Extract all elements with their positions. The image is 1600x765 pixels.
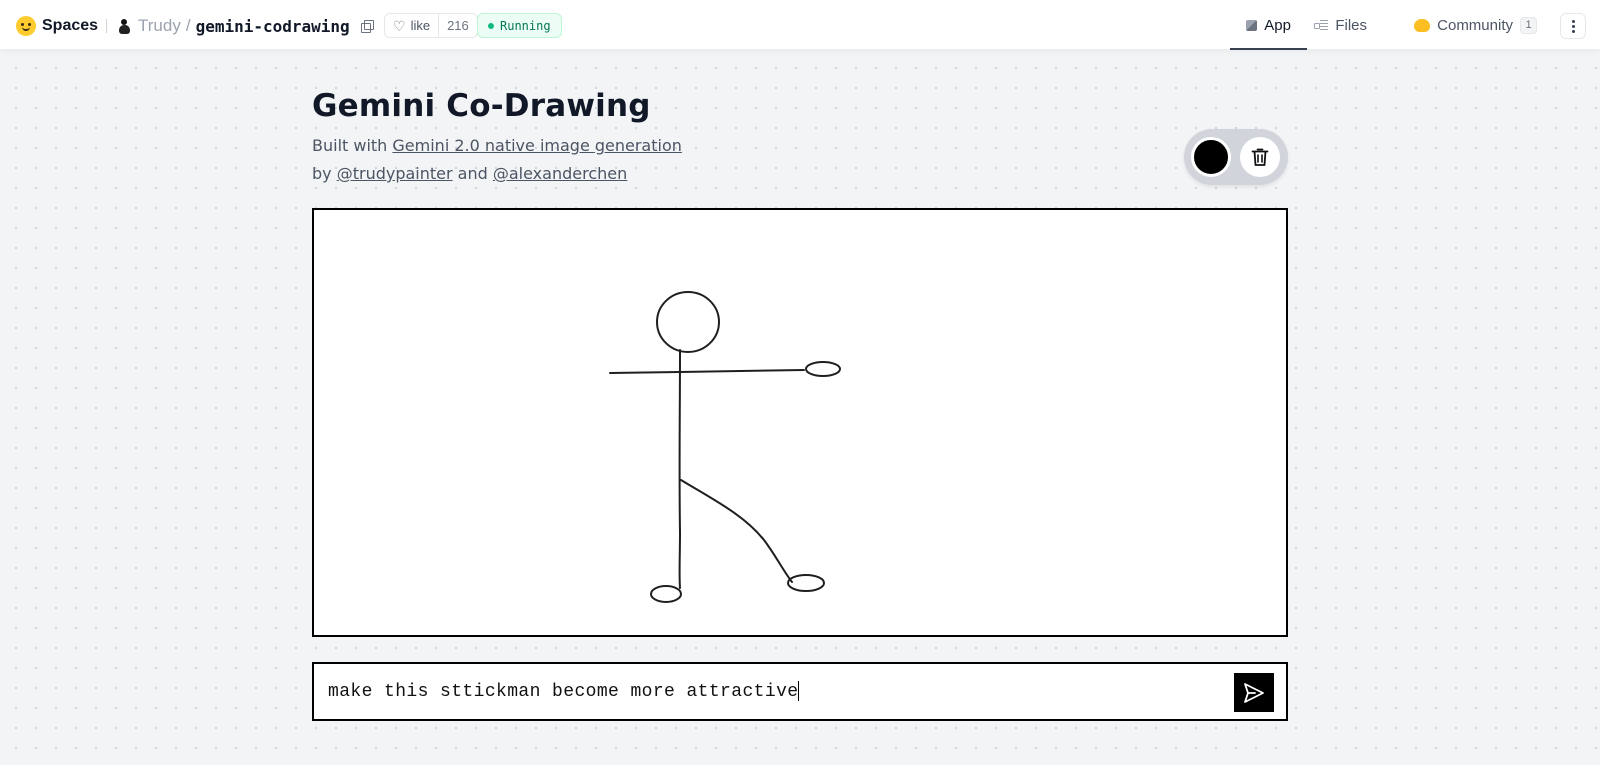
community-count-badge: 1 [1520,16,1537,34]
tab-community-label: Community [1437,16,1513,34]
prompt-form: make this sttickman become more attracti… [312,662,1288,721]
spaces-home-link[interactable]: Spaces [16,15,98,37]
by-text: by [312,164,337,183]
heart-icon: ♡ [393,17,406,34]
status-dot-icon [488,22,494,29]
send-icon [1244,682,1264,703]
subtitle: Built with Gemini 2.0 native image gener… [312,132,682,188]
status-label: Running [500,18,551,33]
built-with-text: Built with [312,136,393,155]
author-link-alexanderchen[interactable]: @alexanderchen [493,164,627,183]
author-link-trudypainter[interactable]: @trudypainter [337,164,453,183]
top-bar: Spaces Trudy / gemini-codrawing ♡ like 2… [0,0,1600,50]
owner-avatar-icon [118,18,131,34]
tab-community[interactable]: Community 1 [1414,0,1537,50]
hugging-face-logo-icon [16,16,36,36]
more-options-button[interactable] [1560,13,1586,39]
prompt-input[interactable]: make this sttickman become more attracti… [328,674,1218,710]
stickman-head [656,291,720,353]
send-button[interactable] [1234,673,1274,712]
authors-line: by @trudypainter and @alexanderchen [312,160,682,188]
stickman-drawing [609,291,841,603]
tab-app[interactable]: App [1230,0,1307,50]
gemini-image-generation-link[interactable]: Gemini 2.0 native image generation [392,136,681,155]
color-picker-button[interactable] [1191,137,1231,177]
breadcrumb-separator: / [185,16,191,35]
drawing-canvas[interactable] [312,208,1288,637]
copy-icon[interactable] [360,20,374,33]
stickman-right-foot [787,574,825,592]
owner-link[interactable]: Trudy [138,16,181,36]
divider [106,19,107,33]
kebab-dot-icon [1571,24,1575,28]
spaces-label: Spaces [42,17,99,34]
tab-files-label: Files [1335,16,1367,34]
like-toggle[interactable]: ♡ like [385,14,438,37]
text-caret [798,681,800,702]
stickman-leg [680,479,793,583]
drawing-toolbar [1184,129,1288,185]
like-button[interactable]: ♡ like 216 [384,13,478,38]
app-cube-icon [1246,19,1258,31]
tab-app-label: App [1264,16,1291,34]
like-count[interactable]: 216 [438,14,477,37]
page-title: Gemini Co-Drawing [312,88,651,124]
trash-icon [1251,148,1269,166]
built-with-line: Built with Gemini 2.0 native image gener… [312,132,682,160]
kebab-dot-icon [1571,29,1575,33]
prompt-value: make this sttickman become more attracti… [328,682,799,702]
like-label: like [410,18,431,33]
repo-name-link[interactable]: gemini-codrawing [196,17,350,36]
community-icon [1414,18,1431,32]
files-icon [1314,20,1329,30]
stickman-left-foot [650,585,682,603]
clear-canvas-button[interactable] [1240,137,1280,177]
status-badge[interactable]: Running [477,13,562,38]
stickman-arms [609,369,805,374]
tab-files[interactable]: Files [1314,0,1367,50]
stickman-hand [805,361,841,377]
breadcrumb: Trudy / gemini-codrawing [118,14,374,38]
and-text: and [452,164,493,183]
kebab-dot-icon [1571,19,1575,23]
